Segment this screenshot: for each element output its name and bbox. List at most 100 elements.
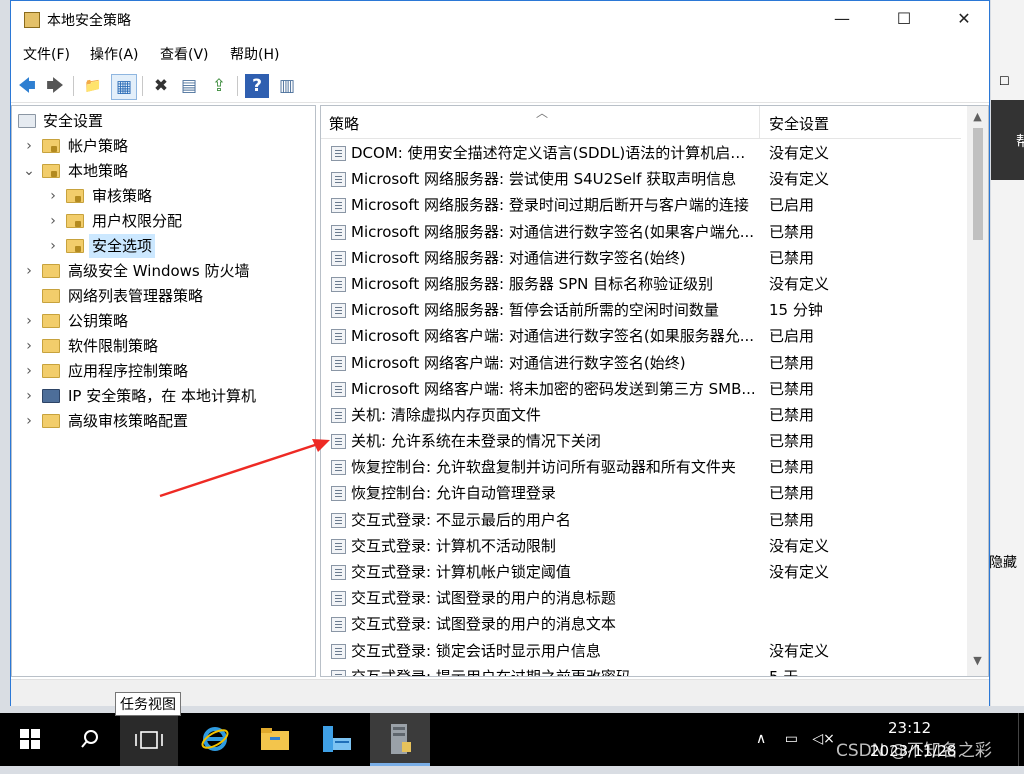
- minimize-button[interactable]: —: [819, 1, 865, 37]
- chevron-down-icon[interactable]: ⌄: [22, 159, 36, 183]
- folder-icon: [42, 339, 60, 353]
- back-arrow-icon[interactable]: 🡄: [15, 74, 39, 98]
- policy-icon: [331, 617, 346, 633]
- policy-row[interactable]: Microsoft 网络服务器: 对通信进行数字签名(如果客户端允... 已禁用: [321, 219, 967, 245]
- policy-name: Microsoft 网络服务器: 对通信进行数字签名(如果客户端允...: [351, 222, 755, 241]
- chevron-right-icon[interactable]: ›: [22, 334, 36, 358]
- menu-help[interactable]: 帮助(H): [230, 44, 279, 64]
- menu-action[interactable]: 操作(A): [90, 44, 139, 64]
- help-icon[interactable]: ?: [245, 74, 269, 98]
- policy-icon: [331, 538, 346, 554]
- up-folder-icon[interactable]: 📁: [81, 74, 105, 98]
- checkbox-icon: ☐: [999, 74, 1010, 88]
- show-hide-tree-icon[interactable]: ▦: [111, 74, 137, 100]
- export-list-icon[interactable]: ⇪: [207, 74, 231, 98]
- menu-view[interactable]: 查看(V): [160, 44, 209, 64]
- chevron-right-icon[interactable]: ›: [22, 134, 36, 158]
- policy-setting: 已禁用: [769, 379, 815, 398]
- tree-item-label: 公钥策略: [68, 312, 129, 330]
- lock-icon: [75, 246, 81, 252]
- chevron-right-icon[interactable]: ›: [22, 409, 36, 433]
- policy-row[interactable]: 交互式登录: 试图登录的用户的消息标题: [321, 585, 967, 611]
- scroll-up-icon[interactable]: ▲: [967, 110, 988, 123]
- chevron-up-icon[interactable]: ∧: [756, 731, 766, 747]
- scroll-down-icon[interactable]: ▼: [967, 654, 988, 667]
- policy-setting: 已启用: [769, 196, 815, 215]
- policy-row[interactable]: 关机: 允许系统在未登录的情况下关闭 已禁用: [321, 428, 967, 454]
- policy-icon: [331, 303, 346, 319]
- policy-row[interactable]: 恢复控制台: 允许自动管理登录 已禁用: [321, 480, 967, 506]
- policy-row[interactable]: 交互式登录: 提示用户在过期之前更改密码 5 天: [321, 664, 967, 676]
- policy-row[interactable]: Microsoft 网络服务器: 对通信进行数字签名(始终) 已禁用: [321, 245, 967, 271]
- policy-row[interactable]: 交互式登录: 计算机帐户锁定阈值 没有定义: [321, 559, 967, 585]
- chevron-right-icon[interactable]: ›: [46, 184, 60, 208]
- policy-name: 恢复控制台: 允许自动管理登录: [351, 484, 556, 503]
- scroll-thumb[interactable]: [973, 128, 983, 240]
- task-view-tooltip: 任务视图: [115, 692, 181, 716]
- policy-icon: [331, 486, 346, 502]
- show-desktop-button[interactable]: [1018, 713, 1024, 766]
- view-pane-icon[interactable]: ▥: [275, 74, 299, 98]
- policy-row[interactable]: 交互式登录: 不显示最后的用户名 已禁用: [321, 507, 967, 533]
- menu-file[interactable]: 文件(F): [23, 44, 70, 64]
- policy-row[interactable]: 关机: 清除虚拟内存页面文件 已禁用: [321, 402, 967, 428]
- network-icon[interactable]: ▭: [785, 731, 798, 747]
- policy-row[interactable]: DCOM: 使用安全描述符定义语言(SDDL)语法的计算机启动... 没有定义: [321, 140, 967, 166]
- sort-up-icon: ︿: [536, 106, 549, 120]
- policy-row[interactable]: Microsoft 网络客户端: 对通信进行数字签名(如果服务器允... 已启用: [321, 323, 967, 349]
- policy-row[interactable]: Microsoft 网络客户端: 对通信进行数字签名(始终) 已禁用: [321, 350, 967, 376]
- policy-row[interactable]: 交互式登录: 锁定会话时显示用户信息 没有定义: [321, 638, 967, 664]
- chevron-right-icon[interactable]: ›: [46, 234, 60, 258]
- delete-icon[interactable]: ✖: [149, 74, 173, 98]
- title-bar[interactable]: 本地安全策略 — ☐ ✕: [11, 1, 989, 38]
- toolbar-separator: [142, 76, 143, 96]
- folder-icon: [66, 189, 84, 203]
- lock-icon: [75, 221, 81, 227]
- folder-icon: [42, 414, 60, 428]
- close-button[interactable]: ✕: [941, 1, 987, 37]
- policy-row[interactable]: Microsoft 网络服务器: 服务器 SPN 目标名称验证级别 没有定义: [321, 271, 967, 297]
- column-separator[interactable]: [759, 106, 760, 138]
- local-security-policy-task[interactable]: [370, 713, 430, 766]
- system-tray[interactable]: ∧ ▭ ◁×: [756, 731, 835, 747]
- folder-icon: [42, 264, 60, 278]
- policy-name: 交互式登录: 试图登录的用户的消息标题: [351, 589, 616, 608]
- tree-item-label: 网络列表管理器策略: [68, 287, 204, 305]
- chevron-right-icon[interactable]: ›: [46, 209, 60, 233]
- chevron-right-icon[interactable]: ›: [22, 309, 36, 333]
- policy-setting: 没有定义: [769, 536, 830, 555]
- policy-name: 交互式登录: 锁定会话时显示用户信息: [351, 641, 601, 660]
- chevron-right-icon[interactable]: ›: [22, 359, 36, 383]
- lock-icon: [75, 196, 81, 202]
- tree-item-label: 软件限制策略: [68, 337, 159, 355]
- file-explorer-button[interactable]: [250, 713, 300, 766]
- policy-row[interactable]: 交互式登录: 计算机不活动限制 没有定义: [321, 533, 967, 559]
- clock-time[interactable]: 23:12: [888, 719, 931, 737]
- policy-row[interactable]: 交互式登录: 试图登录的用户的消息文本: [321, 611, 967, 637]
- policy-row[interactable]: Microsoft 网络服务器: 尝试使用 S4U2Self 获取声明信息 没有定…: [321, 166, 967, 192]
- tree-item-label: IP 安全策略，在 本地计算机: [68, 387, 257, 405]
- server-manager-button[interactable]: [312, 713, 362, 766]
- tree-item-security-options[interactable]: › 安全选项: [46, 234, 156, 258]
- policy-row[interactable]: 恢复控制台: 允许软盘复制并访问所有驱动器和所有文件夹 已禁用: [321, 454, 967, 480]
- column-header-policy[interactable]: 策略: [329, 113, 359, 134]
- policy-row[interactable]: Microsoft 网络服务器: 暂停会话前所需的空闲时间数量 15 分钟: [321, 297, 967, 323]
- task-view-button[interactable]: [120, 713, 178, 766]
- maximize-button[interactable]: ☐: [881, 1, 927, 37]
- internet-explorer-button[interactable]: [188, 713, 242, 766]
- vertical-scrollbar[interactable]: ▲ ▼: [967, 106, 988, 676]
- chevron-right-icon[interactable]: ›: [22, 259, 36, 283]
- policy-name: Microsoft 网络客户端: 将未加密的密码发送到第三方 SMB...: [351, 379, 756, 398]
- search-button[interactable]: [66, 713, 114, 766]
- policy-name: Microsoft 网络服务器: 暂停会话前所需的空闲时间数量: [351, 301, 719, 320]
- chevron-right-icon[interactable]: ›: [22, 384, 36, 408]
- start-button[interactable]: [8, 713, 52, 766]
- tree-item-label: 高级审核策略配置: [68, 412, 189, 430]
- policy-row[interactable]: Microsoft 网络客户端: 将未加密的密码发送到第三方 SMB... 已禁用: [321, 376, 967, 402]
- policy-row[interactable]: Microsoft 网络服务器: 登录时间过期后断开与客户端的连接 已启用: [321, 192, 967, 218]
- volume-muted-icon[interactable]: ◁×: [812, 731, 835, 747]
- forward-arrow-icon[interactable]: 🡆: [43, 74, 67, 98]
- folder-icon: [42, 289, 60, 303]
- properties-icon[interactable]: ▤: [177, 74, 201, 98]
- column-header-setting[interactable]: 安全设置: [769, 113, 829, 134]
